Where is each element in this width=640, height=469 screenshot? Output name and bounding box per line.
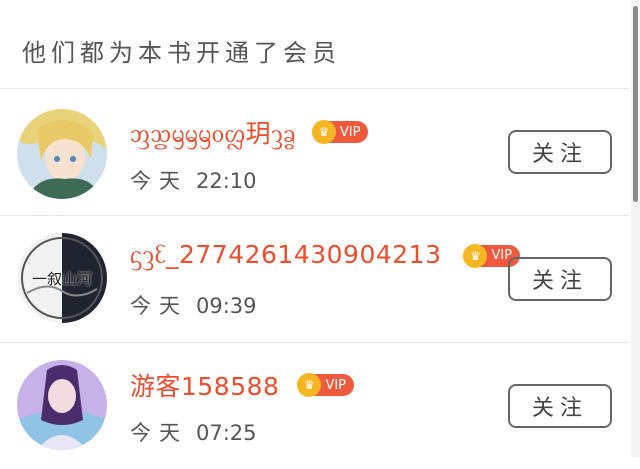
timestamp-time: 09:39 xyxy=(196,294,257,318)
member-name[interactable]: ᦓᦡᦷ_2774261430904213 xyxy=(130,240,441,271)
timestamp-day: 今天 xyxy=(130,294,188,318)
timestamp: 今天 09:39 xyxy=(130,290,257,320)
vip-label: VIP xyxy=(339,124,361,140)
member-row[interactable]: ᦀᦪᦙᦙᦙᦞᦜ玥ᦡᦧ ♛ VIP 今天 22:10 关注 xyxy=(0,89,630,216)
follow-button[interactable]: 关注 xyxy=(508,384,612,428)
name-line: ᦀᦪᦙᦙᦙᦞᦜ玥ᦡᦧ ♛ VIP xyxy=(130,114,369,150)
avatar[interactable]: 一叙山河 xyxy=(17,233,107,323)
avatar[interactable] xyxy=(17,109,107,199)
timestamp-day: 今天 xyxy=(130,421,188,445)
name-line: ᦓᦡᦷ_2774261430904213 ♛ VIP xyxy=(130,240,521,271)
timestamp: 今天 22:10 xyxy=(130,165,257,195)
crown-icon: ♛ xyxy=(311,120,336,144)
timestamp-day: 今天 xyxy=(130,169,188,193)
follow-button[interactable]: 关注 xyxy=(508,130,612,174)
vip-label: VIP xyxy=(325,377,347,393)
scroll-thumb[interactable] xyxy=(633,6,638,202)
vip-badge: ♛ VIP xyxy=(297,373,355,397)
members-header: 他们都为本书开通了会员 xyxy=(0,0,630,89)
timestamp-time: 07:25 xyxy=(196,421,257,445)
member-row[interactable]: 一叙山河 ᦓᦡᦷ_2774261430904213 ♛ VIP 今天 09:39 … xyxy=(0,216,630,343)
header-title: 他们都为本书开通了会员 xyxy=(22,39,341,67)
member-row[interactable]: 游客158588 ♛ VIP 今天 07:25 关注 xyxy=(0,343,630,469)
member-name[interactable]: 游客158588 xyxy=(130,367,279,403)
avatar[interactable] xyxy=(17,360,107,450)
timestamp-time: 22:10 xyxy=(196,169,257,193)
follow-button[interactable]: 关注 xyxy=(508,257,612,301)
scrollbar[interactable] xyxy=(631,0,640,457)
member-name[interactable]: ᦀᦪᦙᦙᦙᦞᦜ玥ᦡᦧ xyxy=(130,114,296,150)
name-line: 游客158588 ♛ VIP xyxy=(130,367,355,403)
avatar-caption: 一叙山河 xyxy=(31,270,92,288)
crown-icon: ♛ xyxy=(297,373,322,397)
timestamp: 今天 07:25 xyxy=(130,417,257,447)
crown-icon: ♛ xyxy=(463,243,488,268)
vip-badge: ♛ VIP xyxy=(311,120,369,144)
